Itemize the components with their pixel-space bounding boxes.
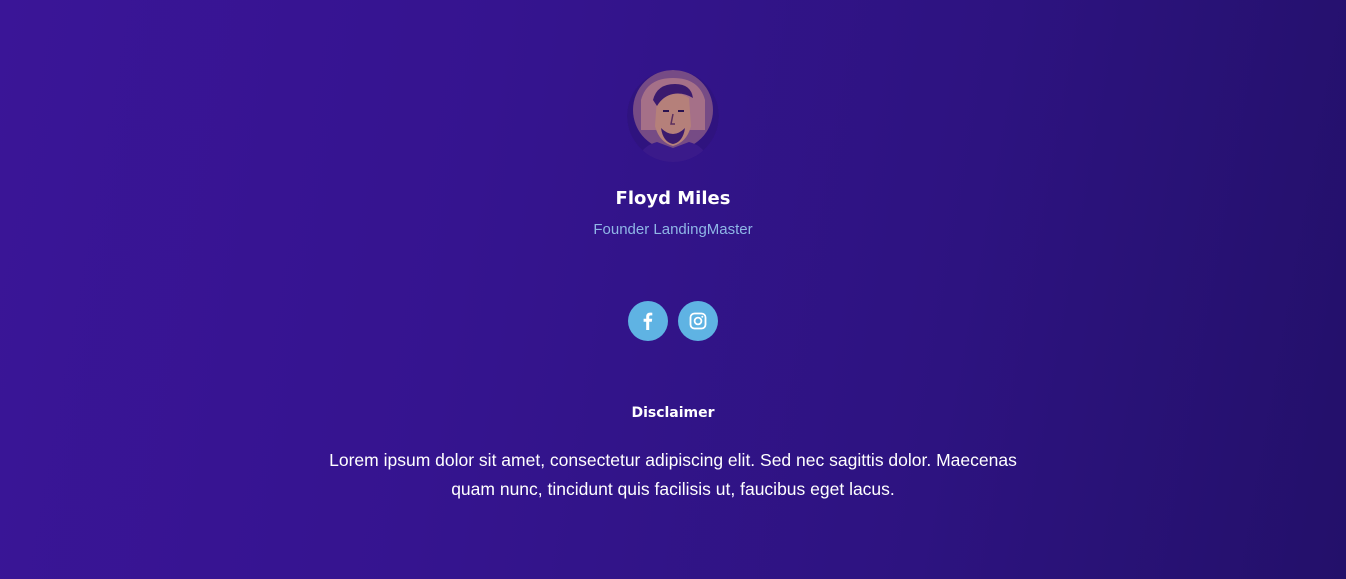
instagram-button[interactable] [678,301,718,341]
facebook-button[interactable] [628,301,668,341]
author-section: Floyd Miles Founder LandingMaster Discla… [0,0,1346,579]
social-links [628,301,718,341]
profile-name: Floyd Miles [615,188,731,209]
facebook-icon [643,312,653,330]
instagram-icon [689,312,707,330]
disclaimer-title: Disclaimer [631,405,715,421]
avatar-illustration [627,70,719,162]
avatar [627,70,719,162]
profile-role: Founder LandingMaster [593,221,753,238]
disclaimer-text: Lorem ipsum dolor sit amet, consectetur … [329,450,1017,499]
